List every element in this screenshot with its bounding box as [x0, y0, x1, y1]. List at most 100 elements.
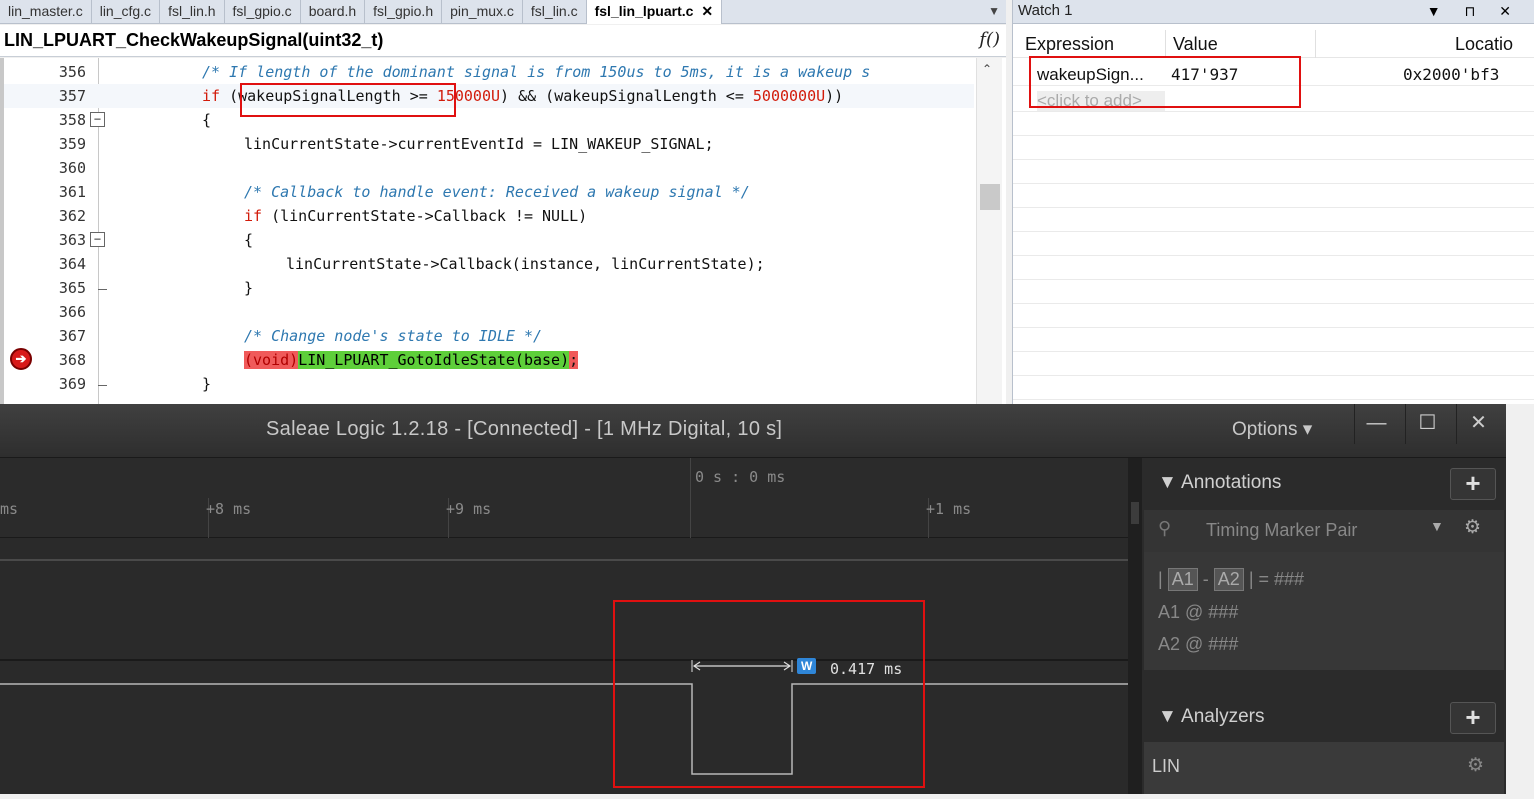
tab-fsl-gpio-c[interactable]: fsl_gpio.c — [225, 0, 301, 24]
marker-a1-row: A1 @ ### — [1158, 602, 1239, 622]
void-cast: (void) — [244, 351, 299, 369]
window-title: Saleae Logic 1.2.18 - [Connected] - [1 M… — [266, 418, 783, 440]
side-panel: ▼ Annotations + ⚲ Timing Marker Pair ▼ ⚙… — [1142, 458, 1506, 794]
tab-pin-mux[interactable]: pin_mux.c — [442, 0, 523, 24]
line-number: 357 — [58, 87, 86, 105]
analyzers-title[interactable]: ▼ Analyzers — [1158, 706, 1264, 728]
saleae-window: Saleae Logic 1.2.18 - [Connected] - [1 M… — [0, 404, 1506, 794]
timing-marker-pair[interactable]: ⚲ Timing Marker Pair ▼ ⚙ — [1144, 510, 1504, 552]
tick-label: +8 ms — [206, 500, 252, 518]
highlight-box — [240, 83, 456, 117]
tab-fsl-gpio-h[interactable]: fsl_gpio.h — [365, 0, 443, 24]
function-navigation-bar: LIN_LPUART_CheckWakeupSignal(uint32_t) f… — [0, 25, 1006, 57]
function-name[interactable]: LIN_LPUART_CheckWakeupSignal(uint32_t) — [4, 30, 383, 51]
current-statement-arrow-icon[interactable]: ➔ — [10, 348, 32, 370]
width-badge: W — [797, 658, 817, 674]
analyzer-item[interactable]: LIN ⚙ — [1144, 742, 1504, 794]
column-header-expression[interactable]: Expression — [1025, 34, 1114, 55]
close-icon[interactable]: ✕ — [701, 3, 713, 19]
code-line-364: 364 linCurrentState->Callback(instance, … — [4, 252, 974, 276]
code-line-369: 369 } — [4, 372, 974, 396]
tab-fsl-lin-lpuart[interactable]: fsl_lin_lpuart.c ✕ — [586, 0, 723, 24]
tab-lin-master[interactable]: lin_master.c — [0, 0, 92, 24]
gear-icon[interactable]: ⚙ — [1464, 516, 1481, 539]
code-text: { — [244, 231, 254, 249]
code-line-361: 361 /* Callback to handle event: Receive… — [4, 180, 974, 204]
marker-a1-button[interactable]: A1 — [1167, 568, 1198, 591]
watch-title: Watch 1 — [1018, 2, 1073, 19]
column-header-location[interactable]: Locatio — [1455, 34, 1513, 55]
code-text: (linCurrentState->Callback != NULL) — [262, 207, 588, 225]
comment: /* Change node's state to IDLE */ — [244, 327, 543, 345]
editor-tab-bar: lin_master.c lin_cfg.c fsl_lin.h fsl_gpi… — [0, 0, 1006, 24]
gear-icon[interactable]: ⚙ — [1467, 754, 1484, 777]
line-number: 359 — [58, 135, 86, 153]
code-line-367: 367 /* Change node's state to IDLE */ — [4, 324, 974, 348]
editor-scrollbar[interactable]: ⌃ — [976, 58, 1002, 404]
code-editor[interactable]: 356 /* If length of the dominant signal … — [0, 58, 1006, 404]
tick-label: +9 ms — [446, 500, 492, 518]
marker-a2-button[interactable]: A2 — [1213, 568, 1244, 591]
tab-fsl-lin-h[interactable]: fsl_lin.h — [160, 0, 225, 24]
line-number: 358 — [58, 111, 86, 129]
column-header-value[interactable]: Value — [1173, 34, 1218, 55]
line-number: 363 — [58, 231, 86, 249]
highlight-box — [1029, 56, 1301, 108]
timing-marker-details: | A1 - A2 | = ### A1 @ ### A2 @ ### — [1144, 552, 1504, 670]
code-line-360: 360 — [4, 156, 974, 180]
analyzer-label: LIN — [1152, 756, 1181, 776]
scroll-up-icon[interactable]: ⌃ — [982, 62, 992, 76]
pane-controls[interactable]: ▼ ⊓ ✕ — [1427, 0, 1521, 22]
number-literal: 5000000U — [752, 87, 826, 105]
waveform-area[interactable]: W 0.417 ms — [0, 538, 1128, 794]
code-line-365: 365 } — [4, 276, 974, 300]
code-text: linCurrentState->currentEventId = LIN_WA… — [244, 135, 714, 153]
title-bar: Saleae Logic 1.2.18 - [Connected] - [1 M… — [0, 404, 1506, 458]
tab-fsl-lin-c[interactable]: fsl_lin.c — [523, 0, 587, 24]
code-line-358: 358 { — [4, 108, 974, 132]
tick-label: +1 ms — [926, 500, 972, 518]
add-analyzer-button[interactable]: + — [1450, 702, 1496, 734]
time-ruler[interactable]: 0 s : 0 ms ms +8 ms +9 ms +1 ms — [0, 458, 1128, 538]
function-list-icon[interactable]: f() — [979, 29, 1000, 50]
annotations-header[interactable]: ▼ Annotations + — [1142, 462, 1506, 506]
splitter-handle[interactable] — [1131, 502, 1139, 524]
minimize-button[interactable]: — — [1354, 404, 1398, 444]
tab-lin-cfg[interactable]: lin_cfg.c — [92, 0, 161, 24]
code-text: { — [202, 111, 212, 129]
chevron-down-icon[interactable]: ▼ — [1430, 518, 1444, 534]
line-number: 367 — [58, 327, 86, 345]
chevron-down-icon[interactable]: ▼ — [988, 0, 1000, 22]
code-line-368: 368 (void)LIN_LPUART_GotoIdleState(base)… — [4, 348, 974, 372]
line-number: 368 — [58, 351, 86, 369]
pin-icon[interactable]: ⚲ — [1158, 518, 1171, 539]
code-line-366: 366 — [4, 300, 974, 324]
line-number: 362 — [58, 207, 86, 225]
code-line-363: 363 { — [4, 228, 974, 252]
line-number: 360 — [58, 159, 86, 177]
collapse-icon[interactable]: − — [90, 232, 105, 247]
watch-location: 0x2000'bf3 — [1403, 65, 1500, 84]
add-annotation-button[interactable]: + — [1450, 468, 1496, 500]
scrollbar-thumb[interactable] — [980, 184, 1000, 210]
tab-label: fsl_lin_lpuart.c — [594, 3, 694, 19]
close-button[interactable]: ✕ — [1456, 404, 1500, 444]
line-number: 369 — [58, 375, 86, 393]
line-number: 356 — [58, 63, 86, 81]
comment: /* Callback to handle event: Received a … — [244, 183, 750, 201]
time-origin-label: 0 s : 0 ms — [695, 468, 786, 486]
annotations-title[interactable]: ▼ Annotations — [1158, 472, 1281, 494]
collapse-icon[interactable]: − — [90, 112, 105, 127]
line-number: 364 — [58, 255, 86, 273]
options-menu[interactable]: Options ▾ — [1232, 418, 1312, 441]
watch-header: Expression Value Locatio — [1013, 30, 1534, 58]
analyzers-header[interactable]: ▼ Analyzers + — [1142, 696, 1506, 740]
maximize-button[interactable]: ☐ — [1405, 404, 1449, 444]
marker-diff-row: | A1 - A2 | = ### — [1158, 568, 1305, 591]
tab-board-h[interactable]: board.h — [301, 0, 366, 24]
code-text: ; — [569, 351, 579, 369]
panel-splitter[interactable] — [1128, 458, 1142, 794]
code-text: ) && (wakeupSignalLength <= — [500, 87, 753, 105]
line-number: 365 — [58, 279, 86, 297]
current-statement: LIN_LPUART_GotoIdleState(base) — [298, 351, 570, 369]
